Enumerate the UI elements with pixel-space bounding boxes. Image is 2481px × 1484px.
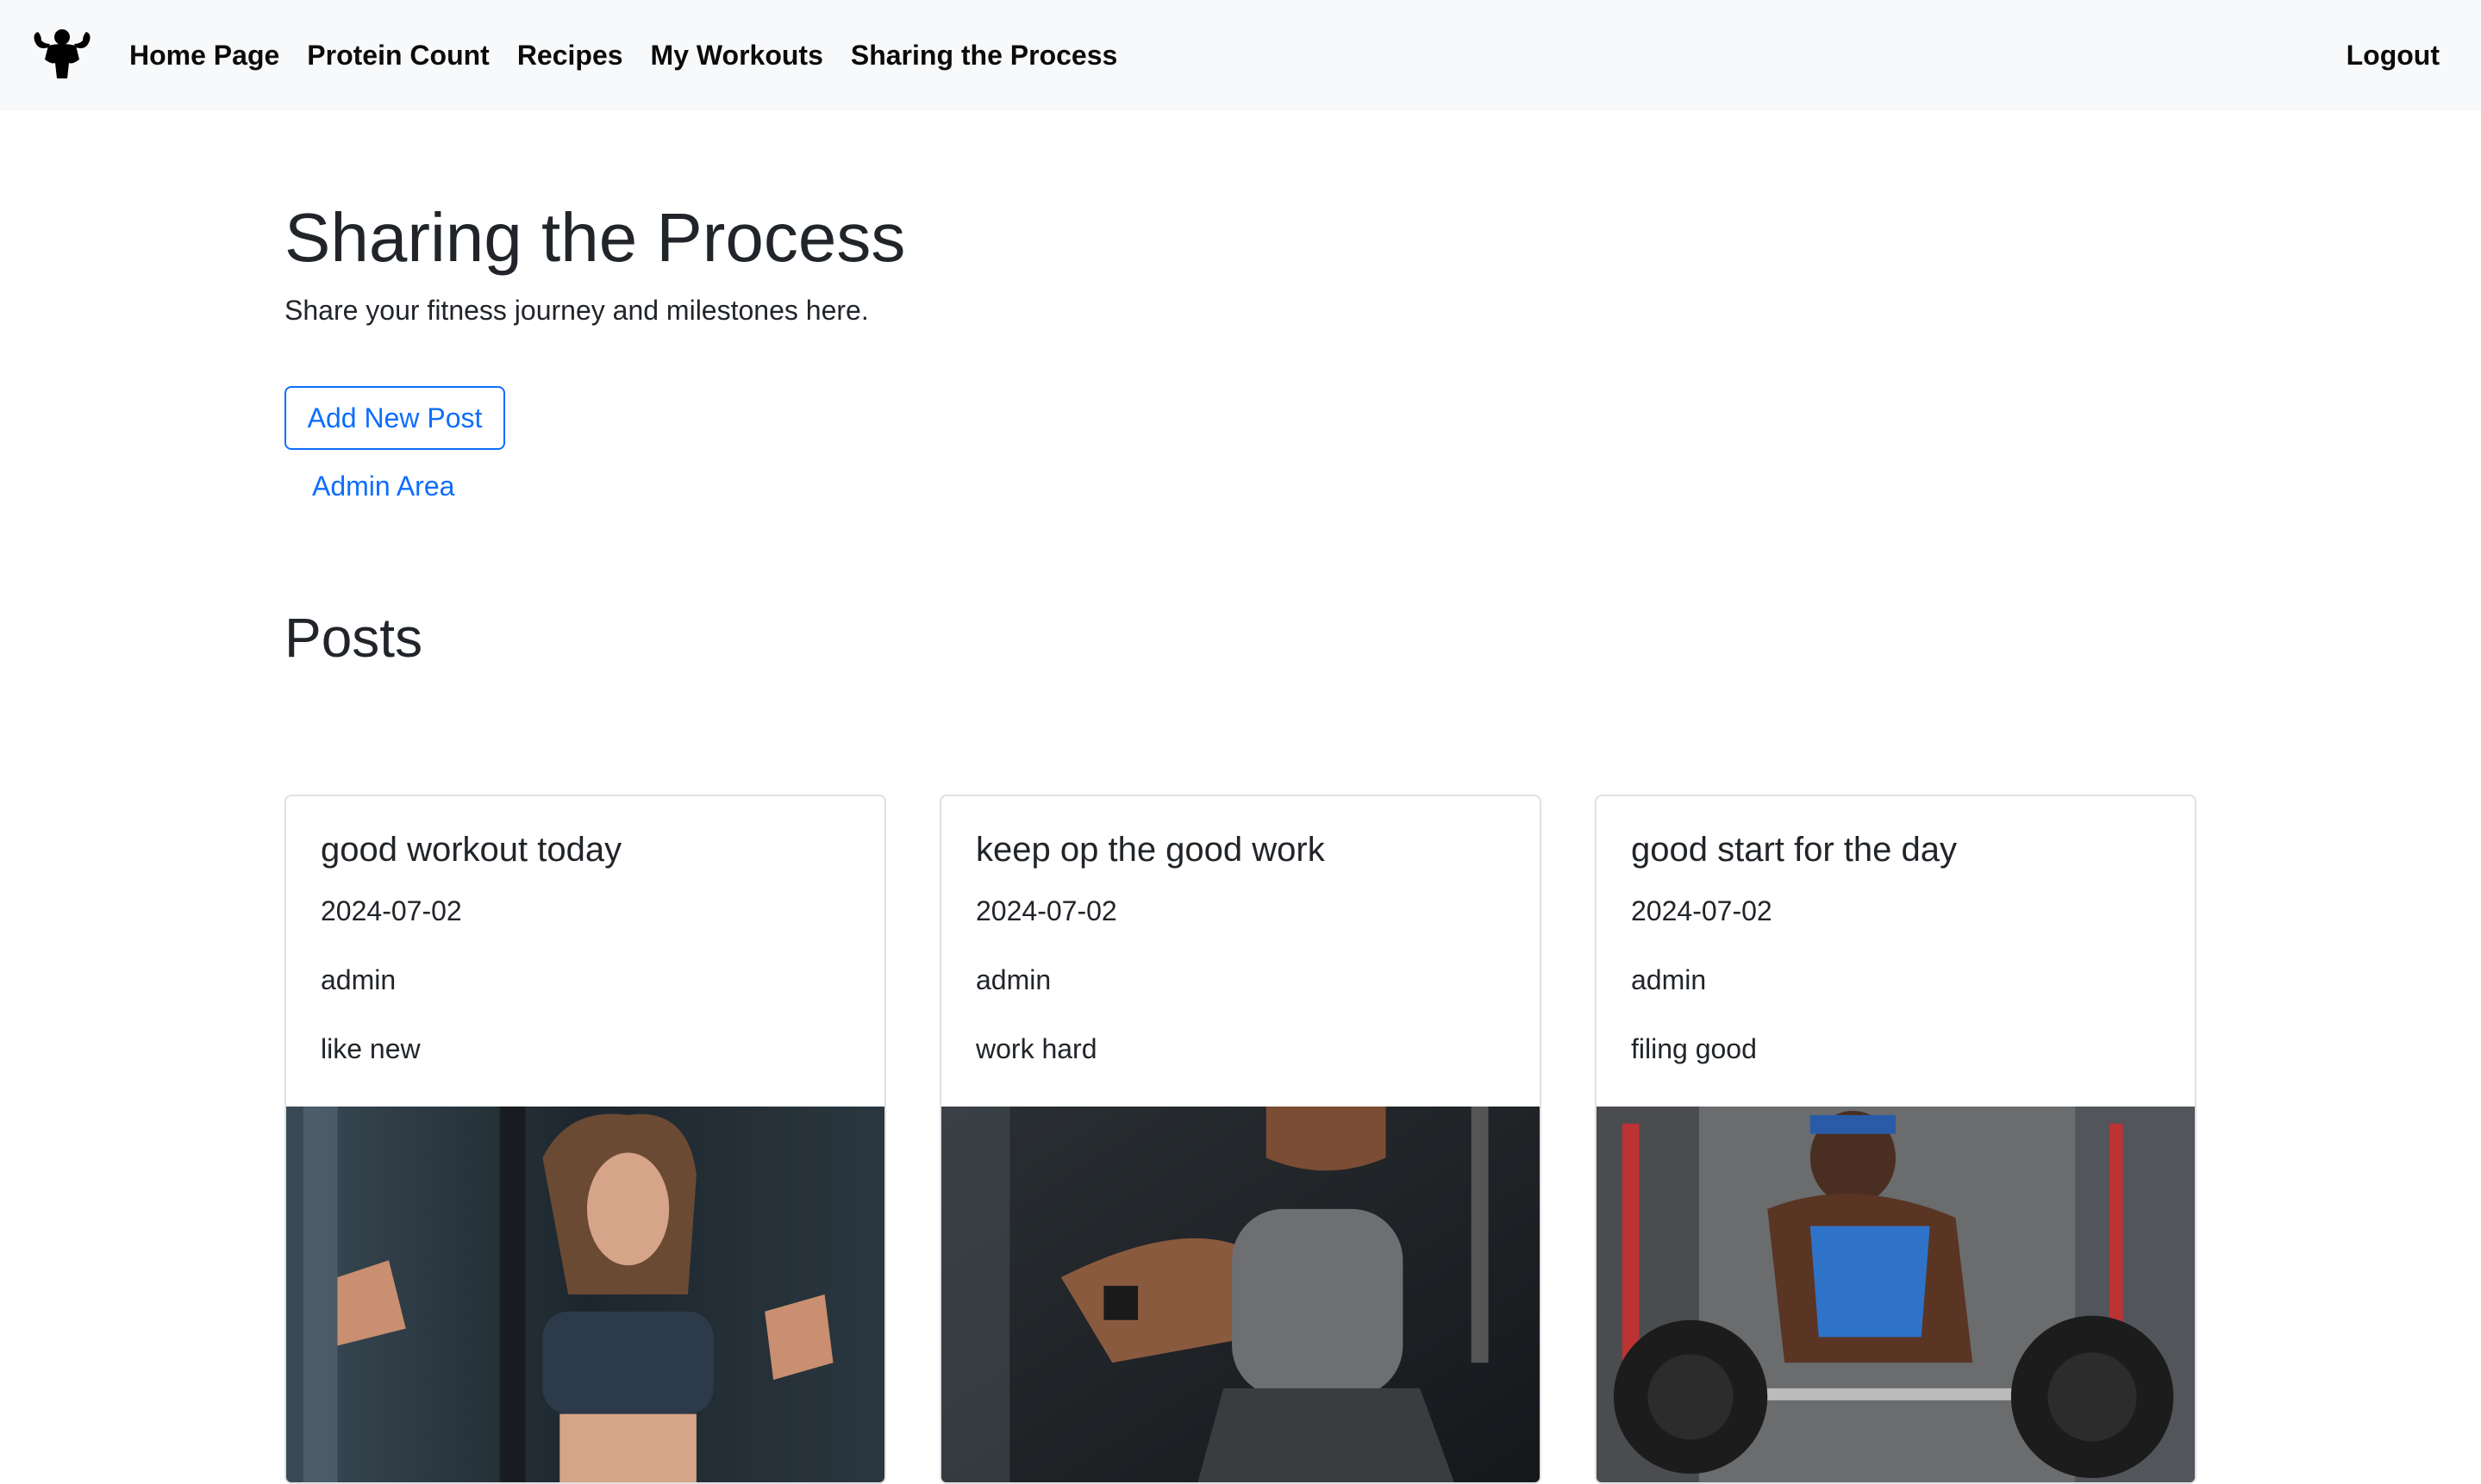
nav-protein-count[interactable]: Protein Count — [307, 40, 490, 72]
post-card: keep op the good work 2024-07-02 admin w… — [940, 795, 1541, 1484]
post-image — [1597, 1107, 2195, 1482]
posts-heading: Posts — [284, 607, 423, 669]
post-content: work hard — [976, 1033, 1097, 1064]
post-card: good workout today 2024-07-02 admin like… — [284, 795, 886, 1484]
brand-logo[interactable] — [29, 25, 95, 85]
post-image — [941, 1107, 1540, 1482]
logout-link[interactable]: Logout — [2347, 40, 2440, 72]
page-subtitle: Share your fitness journey and milestone… — [284, 295, 869, 326]
nav-home[interactable]: Home Page — [129, 40, 279, 72]
post-author: admin — [1631, 964, 1707, 995]
post-date: 2024-07-02 — [976, 895, 1117, 926]
flexing-bodybuilder-icon — [34, 29, 91, 78]
post-author: admin — [976, 964, 1052, 995]
nav-recipes[interactable]: Recipes — [517, 40, 623, 72]
posts-list: good workout today 2024-07-02 admin like… — [284, 795, 2197, 1484]
post-title: good start for the day — [1631, 831, 1958, 869]
nav-my-workouts[interactable]: My Workouts — [651, 40, 823, 72]
post-card-body: good start for the day 2024-07-02 admin … — [1597, 796, 2195, 1107]
top-navbar: Home Page Protein Count Recipes My Worko… — [0, 0, 2481, 110]
post-title: good workout today — [321, 831, 622, 869]
post-content: filing good — [1631, 1033, 1757, 1064]
post-card-body: keep op the good work 2024-07-02 admin w… — [941, 796, 1540, 1107]
admin-area-link[interactable]: Admin Area — [312, 471, 454, 502]
post-content: like new — [321, 1033, 421, 1064]
nav-links: Home Page Protein Count Recipes My Worko… — [129, 40, 1117, 72]
post-date: 2024-07-02 — [1631, 895, 1772, 926]
post-author: admin — [321, 964, 397, 995]
nav-sharing-the-process[interactable]: Sharing the Process — [851, 40, 1117, 72]
post-image — [286, 1107, 884, 1482]
post-card: good start for the day 2024-07-02 admin … — [1595, 795, 2197, 1484]
post-title: keep op the good work — [976, 831, 1325, 869]
page-title: Sharing the Process — [284, 199, 906, 276]
add-new-post-button[interactable]: Add New Post — [284, 386, 505, 450]
post-date: 2024-07-02 — [321, 895, 462, 926]
post-card-body: good workout today 2024-07-02 admin like… — [286, 796, 884, 1107]
